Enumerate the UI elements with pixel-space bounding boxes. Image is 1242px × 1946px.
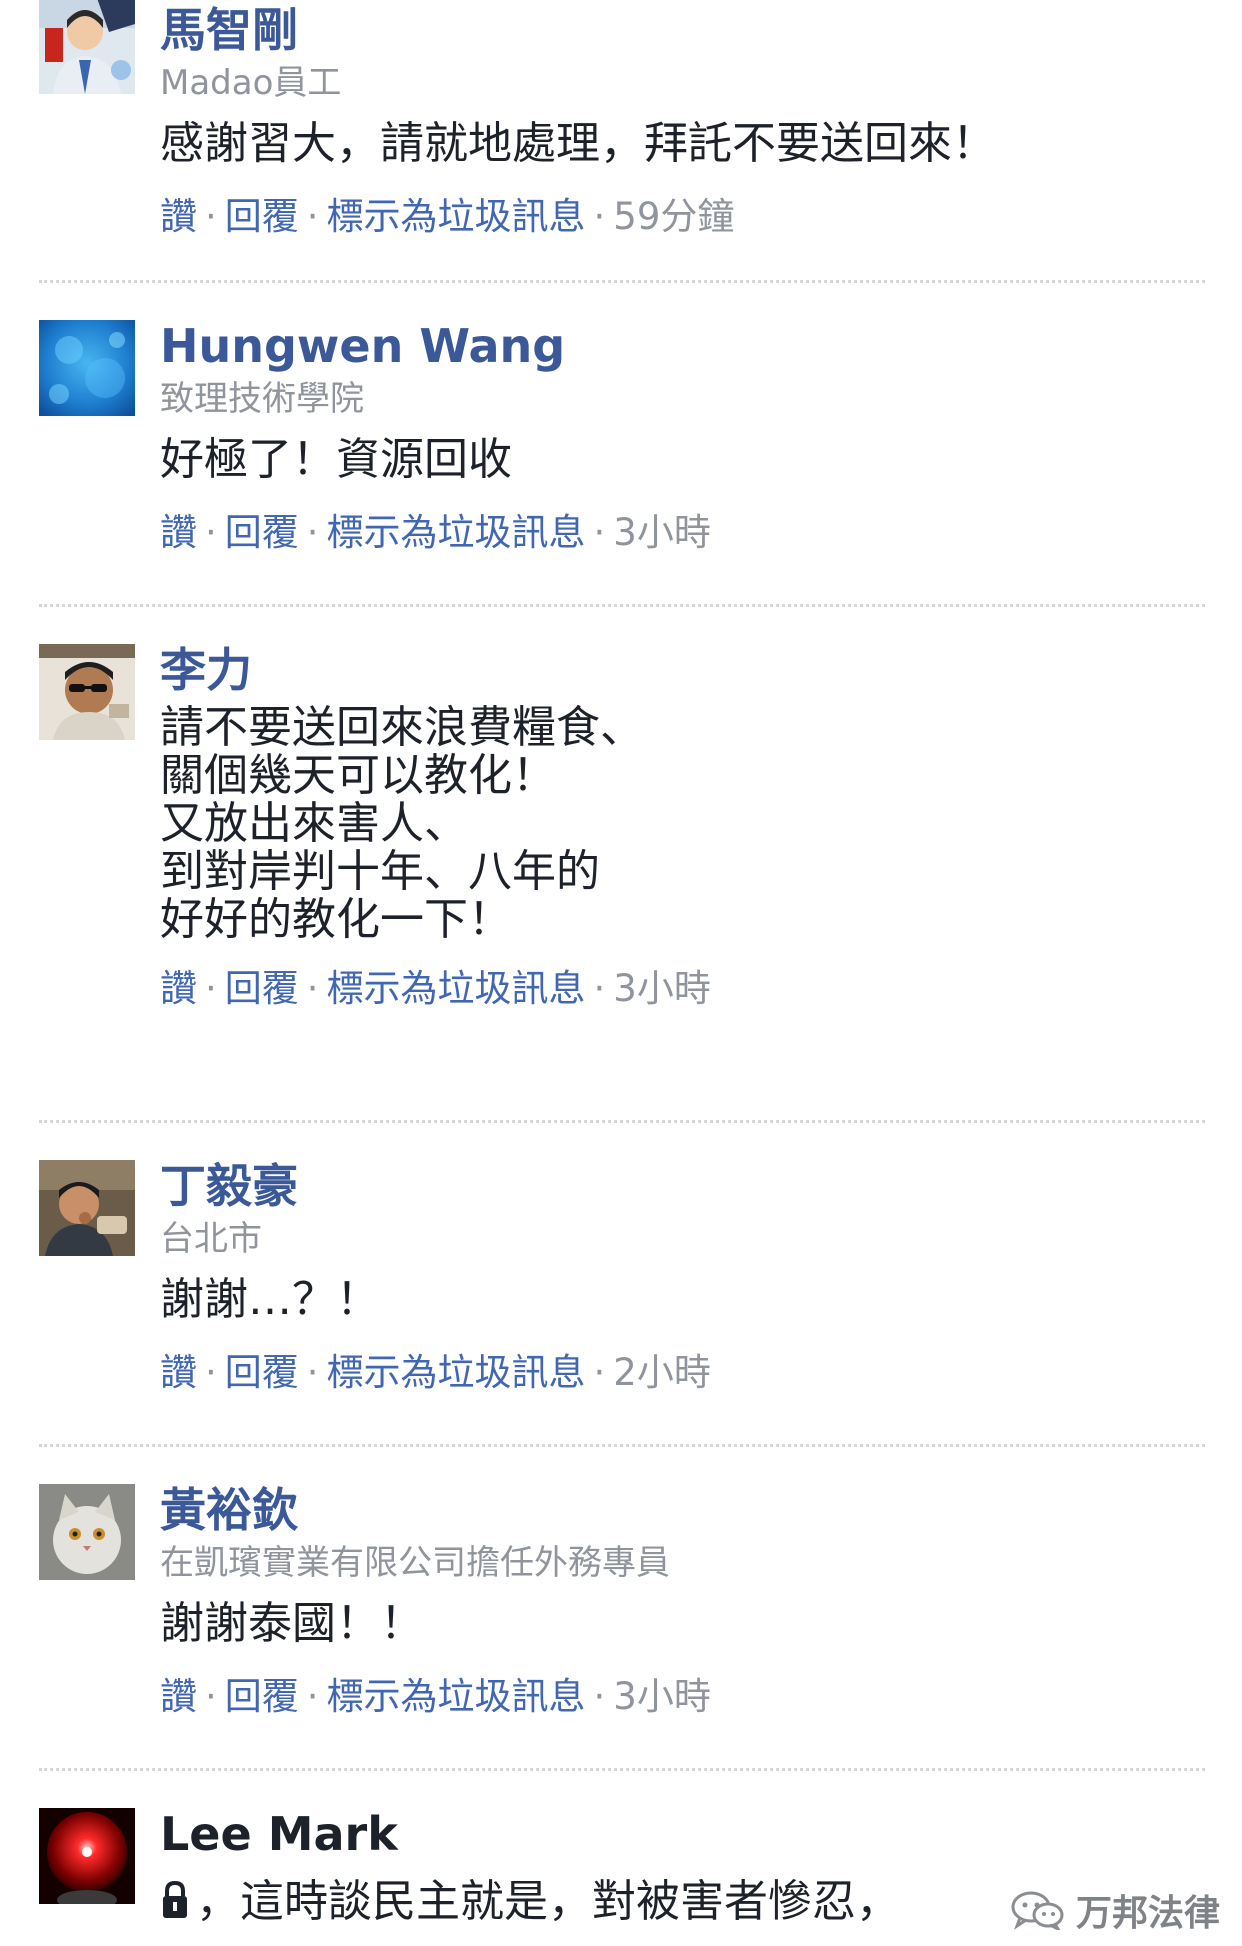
comment-item: Hungwen Wang 致理技術學院 好極了！資源回收 讚 · 回覆 · 標示為垃圾訊… [0, 316, 1242, 558]
mark-as-spam-link[interactable]: 標示為垃圾訊息 [327, 1675, 586, 1718]
commenter-name[interactable]: 丁毅豪 [160, 1156, 1202, 1216]
reply-link[interactable]: 回覆 [225, 967, 299, 1010]
commenter-subtitle: 致理技術學院 [160, 379, 364, 419]
separator: · [205, 1675, 217, 1718]
commenter-subtitle: Madao員工 [160, 63, 342, 103]
divider [39, 1120, 1205, 1123]
commenter-subtitle: 台北市 [160, 1219, 262, 1259]
avatar[interactable] [39, 644, 135, 740]
comment-text: 謝謝…？！ [160, 1270, 1202, 1330]
timestamp[interactable]: 3小時 [613, 511, 711, 554]
comment-item: 馬智剛 Madao員工 感謝習大，請就地處理，拜託不要送回來！ 讚 · 回覆 · 標示為… [0, 0, 1242, 242]
divider [39, 604, 1205, 607]
mark-as-spam-link[interactable]: 標示為垃圾訊息 [327, 1351, 586, 1394]
mark-as-spam-link[interactable]: 標示為垃圾訊息 [327, 967, 586, 1010]
separator: · [205, 1351, 217, 1394]
separator: · [205, 511, 217, 554]
comment-item: 丁毅豪 台北市 謝謝…？！ 讚 · 回覆 · 標示為垃圾訊息 · 2小時 [0, 1156, 1242, 1398]
separator: · [306, 1351, 319, 1394]
separator: · [593, 1675, 606, 1718]
avatar[interactable] [39, 1484, 135, 1580]
lock-icon [163, 1880, 187, 1918]
comment-text-line: 又放出來害人、 [160, 798, 468, 849]
comment-text-line: 感謝習大，請就地處理，拜託不要送回來！ [160, 118, 996, 169]
like-link[interactable]: 讚 [160, 967, 197, 1010]
commenter-name[interactable]: Hungwen Wang [160, 316, 1202, 376]
comment-text-line: 好極了！資源回收 [160, 434, 512, 485]
mark-as-spam-link[interactable]: 標示為垃圾訊息 [327, 195, 586, 238]
avatar[interactable] [39, 320, 135, 416]
comment-text-line: 關個幾天可以教化！ [160, 750, 556, 801]
reply-link[interactable]: 回覆 [225, 511, 299, 554]
watermark-text: 万邦法律 [1075, 1893, 1220, 1934]
mark-as-spam-link[interactable]: 標示為垃圾訊息 [327, 511, 586, 554]
like-link[interactable]: 讚 [160, 1675, 197, 1718]
separator: · [306, 511, 319, 554]
commenter-name[interactable]: 黃裕欽 [160, 1480, 1202, 1540]
avatar[interactable] [39, 0, 135, 94]
divider [39, 1768, 1205, 1771]
comment-item: 黃裕欽 在凱璸實業有限公司擔任外務專員 謝謝泰國！！ 讚 · 回覆 · 標示為垃圾訊息 ·… [0, 1480, 1242, 1722]
separator: · [205, 967, 217, 1010]
like-link[interactable]: 讚 [160, 1351, 197, 1394]
divider [39, 1444, 1205, 1447]
wechat-icon [1011, 1891, 1064, 1930]
comment-text-line: 謝謝泰國！！ [160, 1598, 424, 1649]
comment-text-line: 到對岸判十年、八年的 [160, 846, 600, 897]
commenter-name[interactable]: 李力 [160, 640, 1202, 700]
comment-actions: 讚 · 回覆 · 標示為垃圾訊息 · 3小時 [160, 964, 1202, 1014]
watermark: 万邦法律 [1010, 1884, 1220, 1936]
timestamp[interactable]: 3小時 [613, 967, 711, 1010]
separator: · [306, 1675, 319, 1718]
timestamp[interactable]: 2小時 [613, 1351, 711, 1394]
comment-text: 謝謝泰國！！ [160, 1594, 1202, 1654]
commenter-name[interactable]: Lee Mark [160, 1804, 1202, 1864]
timestamp[interactable]: 59分鐘 [613, 195, 734, 238]
comment-text: 請不要送回來浪費糧食、 關個幾天可以教化！ 又放出來害人、 到對岸判十年、八年的… [160, 704, 1202, 944]
comment-actions: 讚 · 回覆 · 標示為垃圾訊息 · 3小時 [160, 508, 1202, 558]
reply-link[interactable]: 回覆 [225, 1675, 299, 1718]
comment-text-line: 請不要送回來浪費糧食、 [160, 702, 644, 753]
like-link[interactable]: 讚 [160, 511, 197, 554]
timestamp[interactable]: 3小時 [613, 1675, 711, 1718]
reply-link[interactable]: 回覆 [225, 1351, 299, 1394]
commenter-subtitle: 在凱璸實業有限公司擔任外務專員 [160, 1543, 670, 1583]
separator: · [593, 195, 606, 238]
separator: · [306, 195, 319, 238]
commenter-name[interactable]: 馬智剛 [160, 0, 1202, 60]
comment-text: 好極了！資源回收 [160, 430, 1202, 490]
avatar[interactable] [39, 1808, 135, 1904]
comment-actions: 讚 · 回覆 · 標示為垃圾訊息 · 3小時 [160, 1672, 1202, 1722]
comment-text: 感謝習大，請就地處理，拜託不要送回來！ [160, 114, 1202, 174]
comment-text-content: ，這時談民主就是，對被害者慘忍， [196, 1876, 900, 1927]
reply-link[interactable]: 回覆 [225, 195, 299, 238]
divider [39, 280, 1205, 283]
like-link[interactable]: 讚 [160, 195, 197, 238]
separator: · [593, 511, 606, 554]
separator: · [593, 967, 606, 1010]
comment-item: 李力 請不要送回來浪費糧食、 關個幾天可以教化！ 又放出來害人、 到對岸判十年、… [0, 640, 1242, 1014]
separator: · [593, 1351, 606, 1394]
separator: · [306, 967, 319, 1010]
avatar[interactable] [39, 1160, 135, 1256]
comment-actions: 讚 · 回覆 · 標示為垃圾訊息 · 59分鐘 [160, 192, 1202, 242]
comment-actions: 讚 · 回覆 · 標示為垃圾訊息 · 2小時 [160, 1348, 1202, 1398]
comment-text-line: 謝謝…？！ [160, 1274, 380, 1325]
comment-text-line: 好好的教化一下！ [160, 894, 512, 945]
separator: · [205, 195, 217, 238]
